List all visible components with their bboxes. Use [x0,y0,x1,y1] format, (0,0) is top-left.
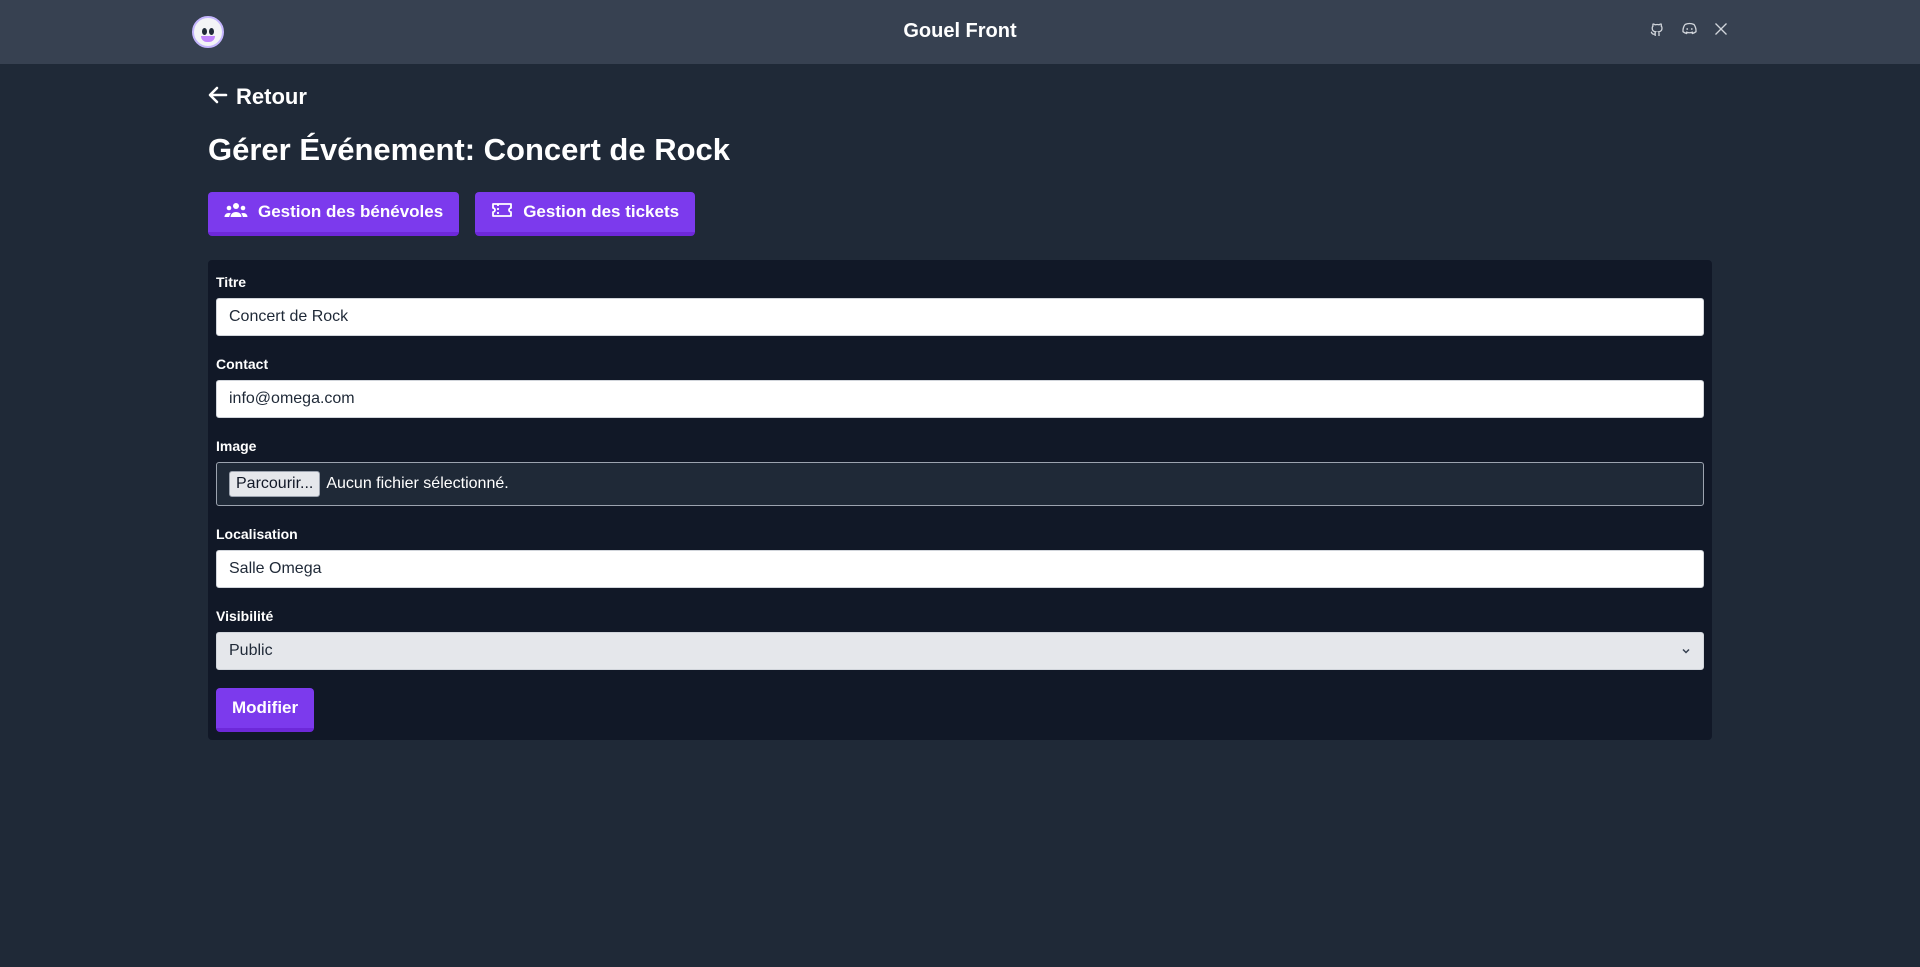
submit-modify-button[interactable]: Modifier [216,688,315,732]
location-label: Localisation [216,526,298,542]
app-title: Gouel Front [903,20,1017,42]
discord-icon[interactable] [1680,20,1698,38]
arrow-left-icon [208,84,228,110]
visibility-label: Visibilité [216,608,274,624]
github-icon[interactable] [1648,20,1666,38]
image-field-group: Image Parcourir... Aucun fichier sélecti… [216,436,1704,506]
volunteers-management-label: Gestion des bénévoles [258,202,444,221]
title-input[interactable]: Concert de Rock [216,298,1704,336]
back-link[interactable]: Retour [208,80,1712,114]
title-label: Titre [216,274,247,290]
visibility-select[interactable]: Public [216,632,1704,670]
file-status-text: Aucun fichier sélectionné. [326,475,509,492]
users-group-icon [224,202,248,223]
page-title: Gérer Événement: Concert de Rock [208,132,731,167]
image-file-input[interactable]: Parcourir... Aucun fichier sélectionné. [216,462,1704,506]
contact-field-group: Contact info@omega.com [216,354,1704,418]
location-field-group: Localisation Salle Omega [216,524,1704,588]
image-label: Image [216,438,257,454]
tickets-management-label: Gestion des tickets [523,202,680,221]
contact-input[interactable]: info@omega.com [216,380,1704,418]
main-content: Retour Gérer Événement: Concert de Rock … [208,80,1712,740]
contact-label: Contact [216,356,269,372]
chevron-down-icon [1681,642,1691,660]
action-buttons: Gestion des bénévoles Gestion des ticket… [208,192,1712,236]
event-edit-form: Titre Concert de Rock Contact info@omega… [208,260,1712,740]
x-twitter-icon[interactable] [1712,20,1730,38]
browse-file-button[interactable]: Parcourir... [229,471,321,497]
tickets-management-button[interactable]: Gestion des tickets [475,192,696,236]
volunteers-management-button[interactable]: Gestion des bénévoles [208,192,460,236]
visibility-field-group: Visibilité Public [216,606,1704,670]
back-link-label: Retour [236,84,307,109]
social-links [1648,20,1730,38]
ticket-icon [491,202,513,223]
location-input[interactable]: Salle Omega [216,550,1704,588]
top-navbar: Gouel Front [0,0,1920,64]
title-field-group: Titre Concert de Rock [216,272,1704,336]
visibility-selected-value: Public [229,642,273,659]
